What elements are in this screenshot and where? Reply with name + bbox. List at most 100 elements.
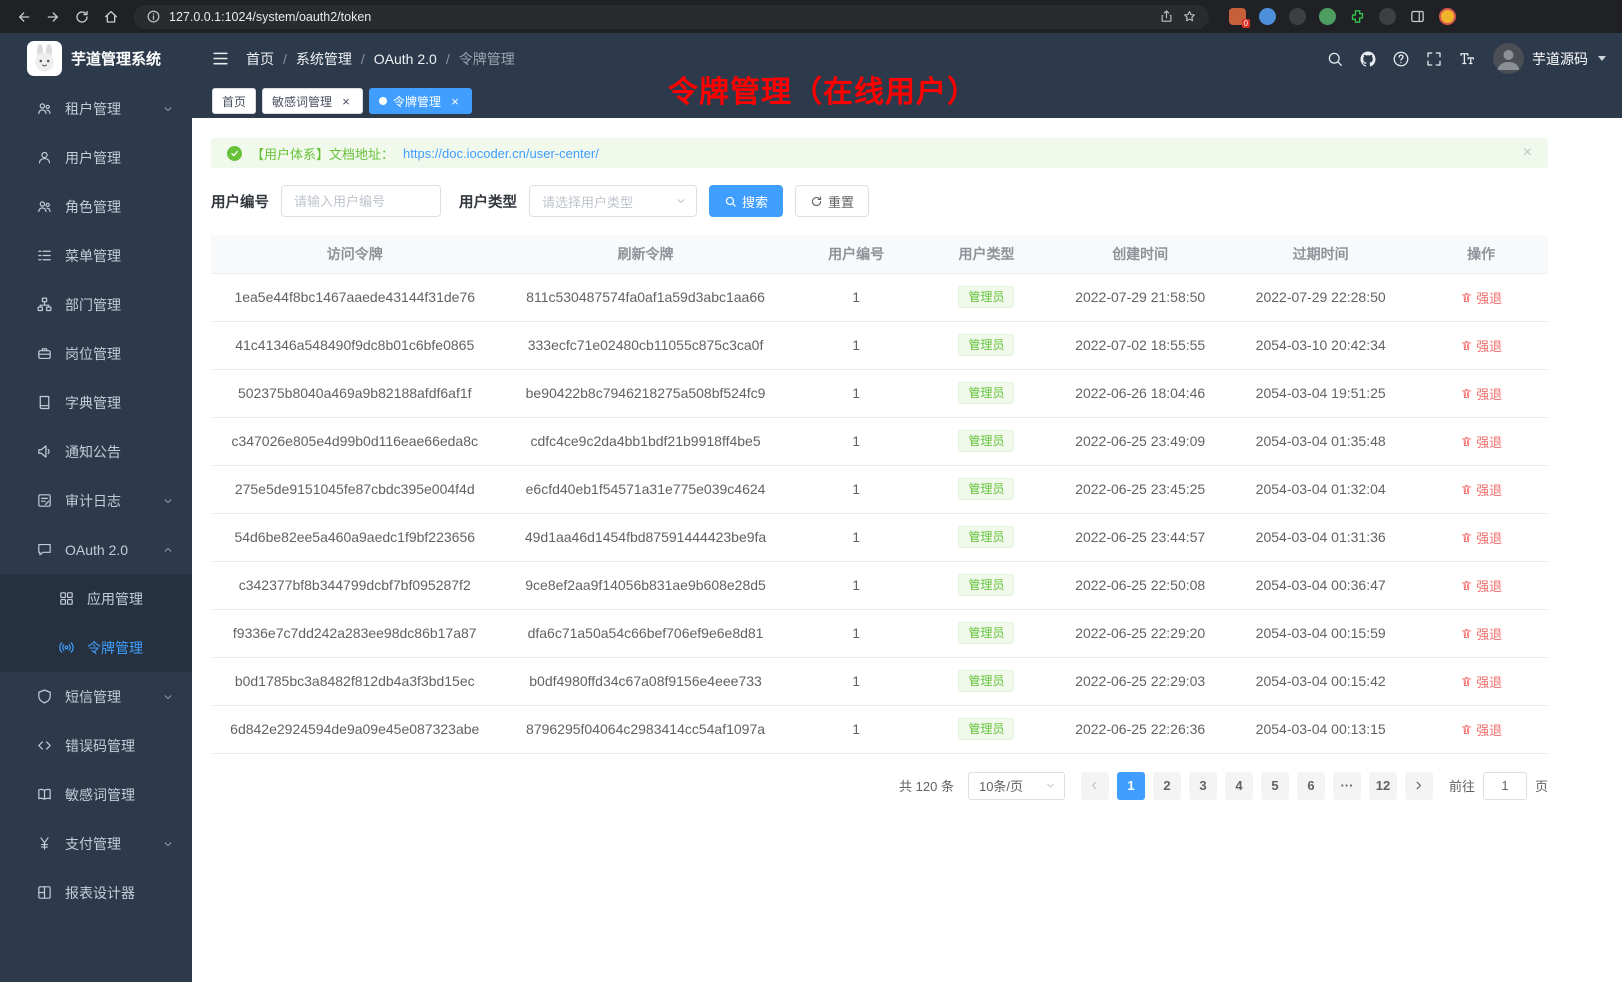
- user-menu[interactable]: 芋道源码: [1493, 43, 1606, 74]
- sidebar-item-errcode[interactable]: 错误码管理: [0, 721, 192, 770]
- user-id-input[interactable]: [281, 185, 441, 217]
- tab-1[interactable]: 敏感词管理×: [262, 88, 363, 114]
- sidebar-item-audit[interactable]: 审计日志: [0, 476, 192, 525]
- sidebar-item-report[interactable]: 报表设计器: [0, 868, 192, 917]
- access-token-cell: 54d6be82ee5a460a9aedc1f9bf223656: [211, 513, 498, 561]
- page-button-2[interactable]: 2: [1153, 772, 1181, 800]
- prev-page-button[interactable]: [1081, 772, 1109, 800]
- github-icon[interactable]: [1351, 42, 1384, 75]
- sidebar-item-tenant[interactable]: 租户管理: [0, 84, 192, 133]
- search-button[interactable]: 搜索: [709, 185, 783, 217]
- font-size-icon[interactable]: [1450, 42, 1483, 75]
- force-logout-button[interactable]: 强退: [1460, 432, 1502, 451]
- browser-home-button[interactable]: [97, 3, 124, 30]
- browser-chrome: 127.0.0.1:1024/system/oauth2/token 0: [0, 0, 1622, 33]
- browser-forward-button[interactable]: [39, 3, 66, 30]
- browser-back-button[interactable]: [10, 3, 37, 30]
- goto-page-input[interactable]: [1483, 772, 1527, 800]
- force-logout-button[interactable]: 强退: [1460, 576, 1502, 595]
- sms-icon: [36, 688, 53, 705]
- extension-icon[interactable]: [1289, 8, 1306, 25]
- close-tab-icon[interactable]: ×: [339, 94, 353, 108]
- refresh-token-cell: cdfc4ce9c2da4bb1bdf21b9918ff4be5: [498, 417, 792, 465]
- browser-refresh-button[interactable]: [68, 3, 95, 30]
- page-button-4[interactable]: 4: [1225, 772, 1253, 800]
- force-logout-button[interactable]: 强退: [1460, 480, 1502, 499]
- trash-icon: [1460, 531, 1473, 544]
- report-icon: [36, 884, 53, 901]
- bookmark-star-icon[interactable]: [1182, 9, 1197, 24]
- sidebar-item-menu[interactable]: 菜单管理: [0, 231, 192, 280]
- sidebar-item-role[interactable]: 角色管理: [0, 182, 192, 231]
- sidebar-item-pay[interactable]: 支付管理: [0, 819, 192, 868]
- sidebar-item-oauth[interactable]: OAuth 2.0: [0, 525, 192, 574]
- tab-0[interactable]: 首页: [212, 88, 256, 114]
- browser-profile-avatar[interactable]: [1439, 8, 1456, 25]
- sidebar-item-post[interactable]: 岗位管理: [0, 329, 192, 378]
- create-time-cell: 2022-06-25 22:50:08: [1053, 561, 1227, 609]
- sidebar-item-app[interactable]: 应用管理: [0, 574, 192, 623]
- filter-form: 用户编号 用户类型 请选择用户类型 搜索 重置: [211, 185, 1548, 217]
- user-name: 芋道源码: [1532, 49, 1588, 69]
- sidebar-item-dept[interactable]: 部门管理: [0, 280, 192, 329]
- sidebar-item-dict[interactable]: 字典管理: [0, 378, 192, 427]
- dept-icon: [36, 296, 53, 313]
- doc-link[interactable]: https://doc.iocoder.cn/user-center/: [403, 146, 599, 161]
- next-page-button[interactable]: [1405, 772, 1433, 800]
- extension-icon[interactable]: [1259, 8, 1276, 25]
- sidebar-item-sms[interactable]: 短信管理: [0, 672, 192, 721]
- breadcrumb-item[interactable]: 系统管理: [296, 49, 352, 69]
- page-button-6[interactable]: 6: [1297, 772, 1325, 800]
- table-row: b0d1785bc3a8482f812db4a3f3bd15ecb0df4980…: [211, 657, 1548, 705]
- reset-button[interactable]: 重置: [795, 185, 869, 217]
- share-icon[interactable]: [1159, 9, 1174, 24]
- sidebar-toggle-button[interactable]: [208, 47, 232, 71]
- close-alert-icon[interactable]: ×: [1523, 145, 1532, 161]
- breadcrumb-item[interactable]: OAuth 2.0: [374, 51, 437, 67]
- post-icon: [36, 345, 53, 362]
- sidebar-item-user[interactable]: 用户管理: [0, 133, 192, 182]
- address-bar[interactable]: 127.0.0.1:1024/system/oauth2/token: [134, 5, 1209, 29]
- force-logout-button[interactable]: 强退: [1460, 720, 1502, 739]
- create-time-cell: 2022-07-02 18:55:55: [1053, 321, 1227, 369]
- force-logout-button[interactable]: 强退: [1460, 384, 1502, 403]
- column-header: 刷新令牌: [498, 235, 792, 273]
- page-button-3[interactable]: 3: [1189, 772, 1217, 800]
- extension-badge: 0: [1242, 19, 1250, 28]
- sidebar-item-token[interactable]: 令牌管理: [0, 623, 192, 672]
- force-logout-button[interactable]: 强退: [1460, 288, 1502, 307]
- page-content: 【用户体系】文档地址： https://doc.iocoder.cn/user-…: [192, 118, 1622, 982]
- help-icon[interactable]: [1384, 42, 1417, 75]
- page-button-12[interactable]: 12: [1369, 772, 1397, 800]
- close-tab-icon[interactable]: ×: [448, 94, 462, 108]
- chevron-down-icon: [1045, 780, 1056, 791]
- fullscreen-icon[interactable]: [1417, 42, 1450, 75]
- page-button-5[interactable]: 5: [1261, 772, 1289, 800]
- page-size-select[interactable]: 10条/页: [968, 772, 1065, 800]
- chevron-up-icon: [162, 544, 174, 556]
- puzzle-extensions-icon[interactable]: [1349, 8, 1366, 25]
- extension-icon[interactable]: [1319, 8, 1336, 25]
- pay-icon: [36, 835, 53, 852]
- tab-2[interactable]: 令牌管理×: [369, 88, 472, 114]
- site-info-icon[interactable]: [146, 9, 161, 24]
- force-logout-button[interactable]: 强退: [1460, 624, 1502, 643]
- page-ellipsis[interactable]: ···: [1333, 772, 1361, 800]
- create-time-cell: 2022-06-25 22:26:36: [1053, 705, 1227, 753]
- user-type-select[interactable]: 请选择用户类型: [529, 185, 697, 217]
- app-logo-area[interactable]: 芋道管理系统: [0, 33, 192, 84]
- extension-icon[interactable]: 0: [1229, 8, 1246, 25]
- page-button-1[interactable]: 1: [1117, 772, 1145, 800]
- table-row: 1ea5e44f8bc1467aaede43144f31de76811c5304…: [211, 273, 1548, 321]
- search-icon[interactable]: [1318, 42, 1351, 75]
- sidebar-item-notice[interactable]: 通知公告: [0, 427, 192, 476]
- user-type-badge: 管理员: [958, 430, 1014, 452]
- force-logout-button[interactable]: 强退: [1460, 336, 1502, 355]
- token-table: 访问令牌刷新令牌用户编号用户类型创建时间过期时间操作 1ea5e44f8bc14…: [211, 235, 1548, 754]
- force-logout-button[interactable]: 强退: [1460, 528, 1502, 547]
- side-panel-icon[interactable]: [1409, 8, 1426, 25]
- breadcrumb-item[interactable]: 首页: [246, 49, 274, 69]
- extension-icon[interactable]: [1379, 8, 1396, 25]
- sidebar-item-sensitive[interactable]: 敏感词管理: [0, 770, 192, 819]
- force-logout-button[interactable]: 强退: [1460, 672, 1502, 691]
